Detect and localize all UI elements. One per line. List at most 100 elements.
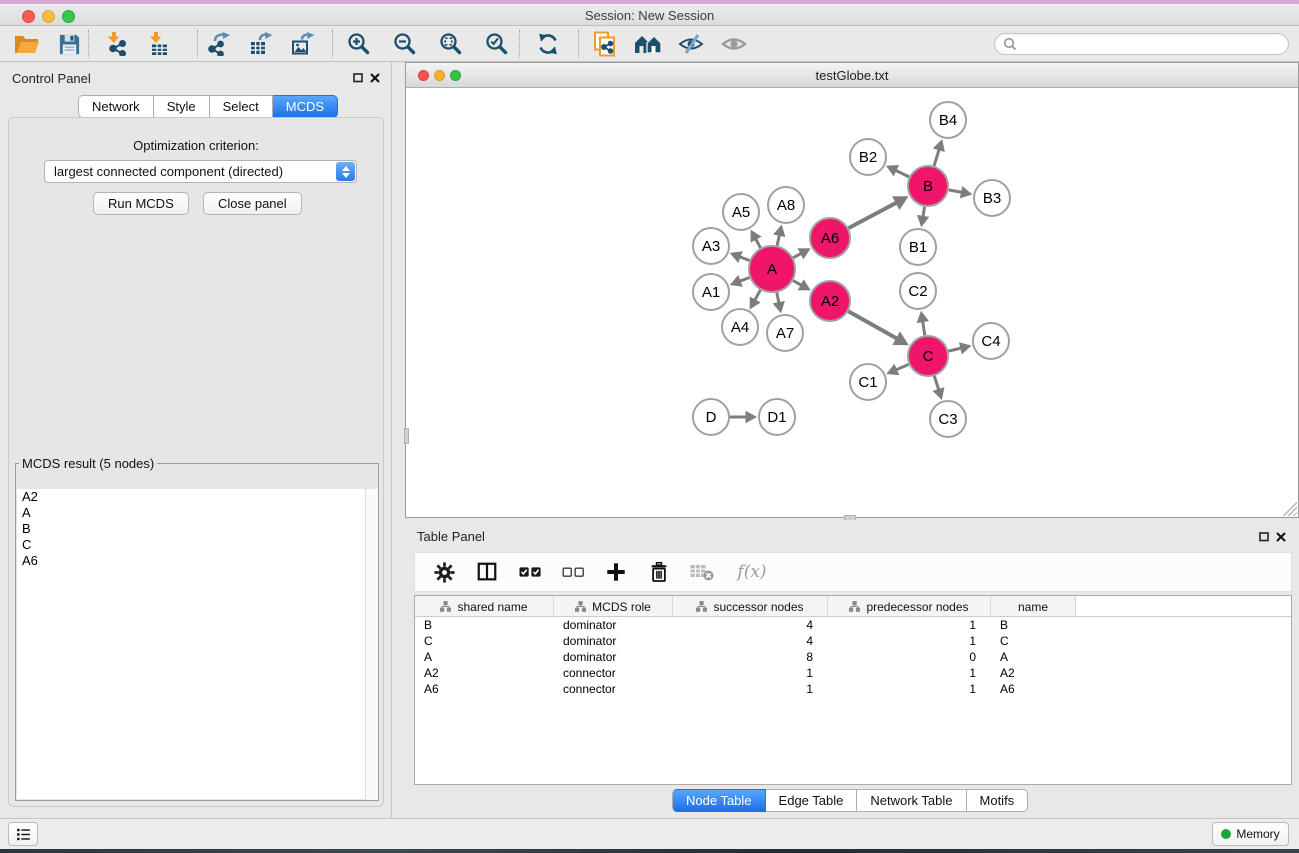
edge-A-A4[interactable] <box>755 290 761 300</box>
edge-C-C2[interactable] <box>923 321 925 335</box>
edge-A-A1[interactable] <box>740 277 750 281</box>
float-panel-icon[interactable] <box>352 72 363 83</box>
tab-mcds[interactable]: MCDS <box>273 95 338 118</box>
result-scrollbar[interactable] <box>365 489 378 800</box>
edge-A-A8[interactable] <box>777 235 779 246</box>
edge-B-B1[interactable] <box>923 207 925 217</box>
refresh-icon[interactable] <box>531 29 565 59</box>
export-image-icon[interactable] <box>285 29 319 59</box>
table-row[interactable]: Adominator80A <box>415 649 1291 665</box>
edge-arrowhead <box>960 186 972 198</box>
table-cell: A6 <box>415 681 554 697</box>
edge-B-B4[interactable] <box>934 149 939 166</box>
tab-node-table[interactable]: Node Table <box>672 789 766 812</box>
table-row[interactable]: Bdominator41B <box>415 617 1291 633</box>
zoom-out-icon[interactable] <box>388 29 422 59</box>
deselect-all-icon[interactable] <box>560 559 586 585</box>
column-header-predecessor-nodes[interactable]: predecessor nodes <box>828 596 991 617</box>
export-network-icon[interactable] <box>201 29 235 59</box>
table-cell: C <box>415 633 554 649</box>
mcds-result-list[interactable]: A2ABCA6 <box>17 489 377 799</box>
edge-A2-C[interactable] <box>848 311 897 338</box>
edge-B-B3[interactable] <box>949 190 962 193</box>
delete-table-icon[interactable] <box>689 559 715 585</box>
select-all-icon[interactable] <box>517 559 543 585</box>
tab-network-table[interactable]: Network Table <box>857 789 966 812</box>
resize-grip-icon[interactable] <box>1283 502 1297 516</box>
column-header-successor-nodes[interactable]: successor nodes <box>673 596 828 617</box>
tab-motifs[interactable]: Motifs <box>967 789 1029 812</box>
zoom-in-icon[interactable] <box>342 29 376 59</box>
table-header-row: shared nameMCDS rolesuccessor nodes prede… <box>415 596 1291 617</box>
memory-button[interactable]: Memory <box>1212 822 1289 846</box>
table-row[interactable]: A6connector11A6 <box>415 681 1291 697</box>
edge-B-B2[interactable] <box>895 170 909 177</box>
table-float-icon[interactable] <box>1258 531 1269 542</box>
node-label-a: A <box>767 261 777 278</box>
show-all-icon[interactable] <box>717 29 751 59</box>
tab-network[interactable]: Network <box>78 95 154 118</box>
column-type-icon <box>575 601 586 612</box>
table-cell: 4 <box>673 633 828 649</box>
import-network-icon[interactable] <box>100 29 134 59</box>
zoom-selected-icon[interactable] <box>480 29 514 59</box>
edge-A-A6[interactable] <box>793 253 801 257</box>
table-options-icon[interactable] <box>431 559 457 585</box>
run-mcds-button[interactable]: Run MCDS <box>93 192 189 215</box>
optimization-criterion-dropdown[interactable]: largest connected component (directed) <box>44 160 357 183</box>
open-session-icon[interactable] <box>10 29 44 59</box>
tab-select[interactable]: Select <box>210 95 273 118</box>
result-item[interactable]: A6 <box>17 553 377 569</box>
edge-A-A3[interactable] <box>740 257 750 261</box>
control-panel: Control Panel NetworkStyleSelectMCDS Opt… <box>0 62 392 818</box>
network-canvas[interactable]: AA1A2A3A4A5A6A7A8BB1B2B3B4CC1C2C3C4DD1 <box>406 88 1298 517</box>
zoom-fit-icon[interactable] <box>434 29 468 59</box>
result-item[interactable]: C <box>17 537 377 553</box>
result-item[interactable]: A <box>17 505 377 521</box>
network-window-titlebar[interactable]: testGlobe.txt <box>406 63 1298 88</box>
show-columns-icon[interactable] <box>474 559 500 585</box>
edge-C-C1[interactable] <box>896 364 909 370</box>
result-item[interactable]: A2 <box>17 489 377 505</box>
delete-column-icon[interactable] <box>646 559 672 585</box>
splitter-grip-left[interactable] <box>404 428 409 444</box>
apply-layout-icon[interactable] <box>631 29 665 59</box>
hide-selected-icon[interactable] <box>674 29 708 59</box>
edge-A6-B[interactable] <box>849 203 897 229</box>
import-table-icon[interactable] <box>142 29 176 59</box>
column-header-label: predecessor nodes <box>866 600 968 614</box>
column-header-shared-name[interactable]: shared name <box>415 596 554 617</box>
node-table[interactable]: shared nameMCDS rolesuccessor nodes prede… <box>414 595 1292 785</box>
tab-style[interactable]: Style <box>154 95 210 118</box>
column-header-name[interactable]: name <box>991 596 1076 617</box>
search-field[interactable] <box>994 33 1289 55</box>
edge-C-C4[interactable] <box>948 348 961 351</box>
list-icon <box>15 826 32 843</box>
new-network-from-selection-icon[interactable] <box>588 29 622 59</box>
result-item[interactable]: B <box>17 521 377 537</box>
close-panel-button[interactable]: Close panel <box>203 192 302 215</box>
task-history-button[interactable] <box>8 822 38 846</box>
table-cell: connector <box>554 681 673 697</box>
node-label-a4: A4 <box>731 319 749 336</box>
edge-A-A7[interactable] <box>777 293 779 304</box>
node-label-d1: D1 <box>767 409 786 426</box>
column-header-mcds-role[interactable]: MCDS role <box>554 596 673 617</box>
table-cell: dominator <box>554 649 673 665</box>
table-close-icon[interactable] <box>1275 531 1286 542</box>
search-input[interactable] <box>1018 35 1288 53</box>
save-session-icon[interactable] <box>52 29 86 59</box>
function-builder-icon[interactable]: f(x) <box>732 559 772 585</box>
tab-edge-table[interactable]: Edge Table <box>766 789 858 812</box>
close-panel-icon[interactable] <box>369 72 380 83</box>
edge-A-A2[interactable] <box>793 281 802 286</box>
edge-C-C3[interactable] <box>934 376 938 390</box>
table-row[interactable]: A2connector11A2 <box>415 665 1291 681</box>
export-table-icon[interactable] <box>243 29 277 59</box>
table-toolbar: f(x) <box>414 552 1292 592</box>
network-graph[interactable]: AA1A2A3A4A5A6A7A8BB1B2B3B4CC1C2C3C4DD1 <box>406 88 1298 517</box>
edge-A-A5[interactable] <box>756 239 761 248</box>
table-row[interactable]: Cdominator41C <box>415 633 1291 649</box>
table-body: Bdominator41BCdominator41CAdominator80AA… <box>415 617 1291 697</box>
add-column-icon[interactable] <box>603 559 629 585</box>
